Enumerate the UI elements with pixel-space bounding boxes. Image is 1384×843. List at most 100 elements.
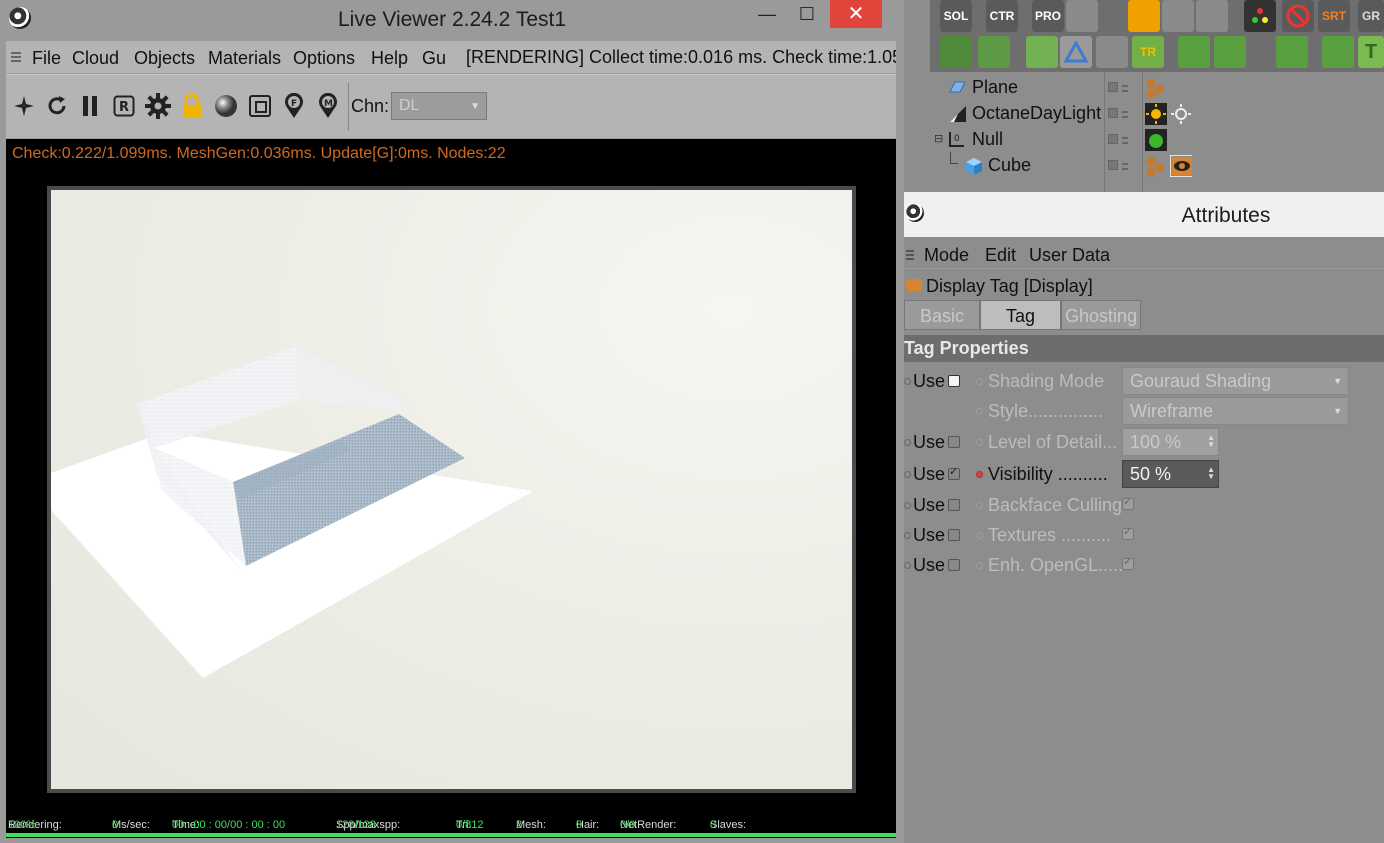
shading-mode-dropdown[interactable]: Gouraud Shading ▼ (1122, 367, 1349, 395)
cubes-icon[interactable] (1066, 0, 1098, 32)
spinner-icon[interactable]: ▲ ▼ (1207, 466, 1215, 481)
sun-outline-icon[interactable] (1170, 103, 1192, 125)
backface-checkbox[interactable] (1122, 495, 1134, 510)
paint-icon[interactable] (1026, 36, 1058, 68)
ms-value: 0 (112, 819, 119, 831)
visibility-dot[interactable] (1108, 160, 1118, 170)
no-entry-icon[interactable] (1282, 0, 1314, 32)
display-tag-eye-icon[interactable] (1170, 155, 1192, 177)
attributes-title-bar[interactable]: Attributes (904, 192, 1384, 237)
close-button[interactable]: ✕ (830, 0, 882, 28)
use-checkbox[interactable] (948, 375, 960, 387)
menu-materials[interactable]: Materials (208, 48, 281, 69)
use-checkbox[interactable] (948, 529, 960, 541)
prop-label: Visibility .......... (976, 464, 1108, 485)
text-tool-label: T (1364, 40, 1378, 63)
menu-cloud[interactable]: Cloud (72, 48, 119, 69)
use-label: Use (904, 555, 945, 576)
tab-ghosting[interactable]: Ghosting (1061, 300, 1141, 330)
menu-user-data[interactable]: User Data (1029, 245, 1110, 266)
tr-button[interactable]: TR (1132, 36, 1164, 68)
refresh-icon[interactable] (43, 92, 71, 120)
use-checkbox[interactable] (948, 465, 960, 480)
title-bar[interactable]: Live Viewer 2.24.2 Test1 — ☐ ✕ (0, 0, 904, 38)
sol-button[interactable]: SOL (940, 0, 972, 32)
menu-edit[interactable]: Edit (985, 245, 1016, 266)
expand-icon[interactable] (1214, 36, 1246, 68)
dots-icon[interactable] (1196, 0, 1228, 32)
channel-dropdown[interactable]: DL ▼ (391, 92, 487, 120)
collapse-toggle-icon[interactable]: ⊟ (934, 132, 943, 145)
grip-handle-icon[interactable] (11, 50, 21, 62)
pause-icon[interactable] (76, 92, 104, 120)
green-cubes-icon[interactable] (940, 36, 972, 68)
textures-checkbox[interactable] (1122, 525, 1134, 540)
use-text: Use (913, 464, 946, 484)
scatter-icon[interactable] (1162, 0, 1194, 32)
render-flag-icon[interactable] (1122, 82, 1128, 92)
visibility-dot[interactable] (1108, 108, 1118, 118)
opengl-checkbox[interactable] (1122, 555, 1134, 570)
prop-style: Style............... Wireframe ▼ (904, 397, 1384, 427)
maximize-button[interactable]: ☐ (792, 0, 822, 28)
menu-objects[interactable]: Objects (134, 48, 195, 69)
prop-textures: Use Textures .......... (904, 521, 1384, 551)
object-row-daylight[interactable]: OctaneDayLight (930, 100, 1384, 126)
material-pick-icon[interactable]: M (314, 92, 342, 120)
menu-options[interactable]: Options (293, 48, 355, 69)
render-status-text: [RENDERING] Collect time:0.016 ms. Check… (466, 47, 896, 67)
style-dropdown[interactable]: Wireframe ▼ (1122, 397, 1349, 425)
octane-object-tag-icon[interactable] (1145, 129, 1167, 151)
render-flag-icon[interactable] (1122, 160, 1128, 170)
link-icon[interactable] (1322, 36, 1354, 68)
null-icon: 0 (949, 132, 964, 147)
section-header[interactable]: Tag Properties (904, 335, 1384, 362)
use-checkbox[interactable] (948, 436, 960, 448)
lod-field[interactable]: 100 % ▲ ▼ (1122, 428, 1219, 456)
region-render-icon[interactable]: R (110, 92, 138, 120)
object-row-cube[interactable]: Cube (930, 152, 1384, 178)
clay-mode-icon[interactable] (246, 92, 274, 120)
pro-button[interactable]: PRO (1032, 0, 1064, 32)
spinner-icon[interactable]: ▲ ▼ (1207, 434, 1215, 449)
material-sphere-icon[interactable] (212, 92, 240, 120)
align-icon[interactable] (1128, 0, 1160, 32)
tab-basic[interactable]: Basic (904, 300, 980, 330)
material-tag-icon[interactable] (1145, 77, 1167, 99)
resize-icon[interactable] (1178, 36, 1210, 68)
restart-icon[interactable] (10, 92, 38, 120)
use-checkbox[interactable] (948, 559, 960, 571)
use-checkbox[interactable] (948, 499, 960, 511)
menu-help[interactable]: Help (371, 48, 408, 69)
object-manager: Plane OctaneDayLight ⊟ 0 Null Cube (930, 72, 1384, 192)
text-tool-button[interactable]: T (1358, 36, 1384, 68)
visibility-field[interactable]: 50 % ▲ ▼ (1122, 460, 1219, 488)
menu-mode[interactable]: Mode (924, 245, 969, 266)
object-row-plane[interactable]: Plane (930, 74, 1384, 100)
triangle-icon[interactable] (1060, 36, 1092, 68)
grip-handle-icon[interactable] (906, 248, 914, 260)
visibility-dot[interactable] (1108, 82, 1118, 92)
material-tag-icon[interactable] (1145, 155, 1167, 177)
menu-gu[interactable]: Gu (422, 48, 446, 69)
swap-icon[interactable] (1276, 36, 1308, 68)
menu-file[interactable]: File (32, 48, 61, 69)
visibility-dot[interactable] (1108, 134, 1118, 144)
array-icon[interactable] (978, 36, 1010, 68)
render-flag-icon[interactable] (1122, 108, 1128, 118)
focus-pick-icon[interactable]: F (280, 92, 308, 120)
atom-icon[interactable] (1096, 36, 1128, 68)
lock-icon[interactable] (178, 92, 206, 120)
render-flag-icon[interactable] (1122, 134, 1128, 144)
visibility-value: 50 % (1130, 464, 1172, 484)
ctr-button[interactable]: CTR (986, 0, 1018, 32)
sun-tag-icon[interactable] (1145, 103, 1167, 125)
settings-icon[interactable] (144, 92, 172, 120)
object-row-null[interactable]: ⊟ 0 Null (930, 126, 1384, 152)
srt-button[interactable]: SRT (1318, 0, 1350, 32)
traffic-light-icon[interactable] (1244, 0, 1276, 32)
render-canvas[interactable] (47, 186, 856, 793)
tab-tag[interactable]: Tag (980, 300, 1061, 330)
gr-button[interactable]: GR (1358, 0, 1384, 32)
minimize-button[interactable]: — (752, 0, 782, 28)
